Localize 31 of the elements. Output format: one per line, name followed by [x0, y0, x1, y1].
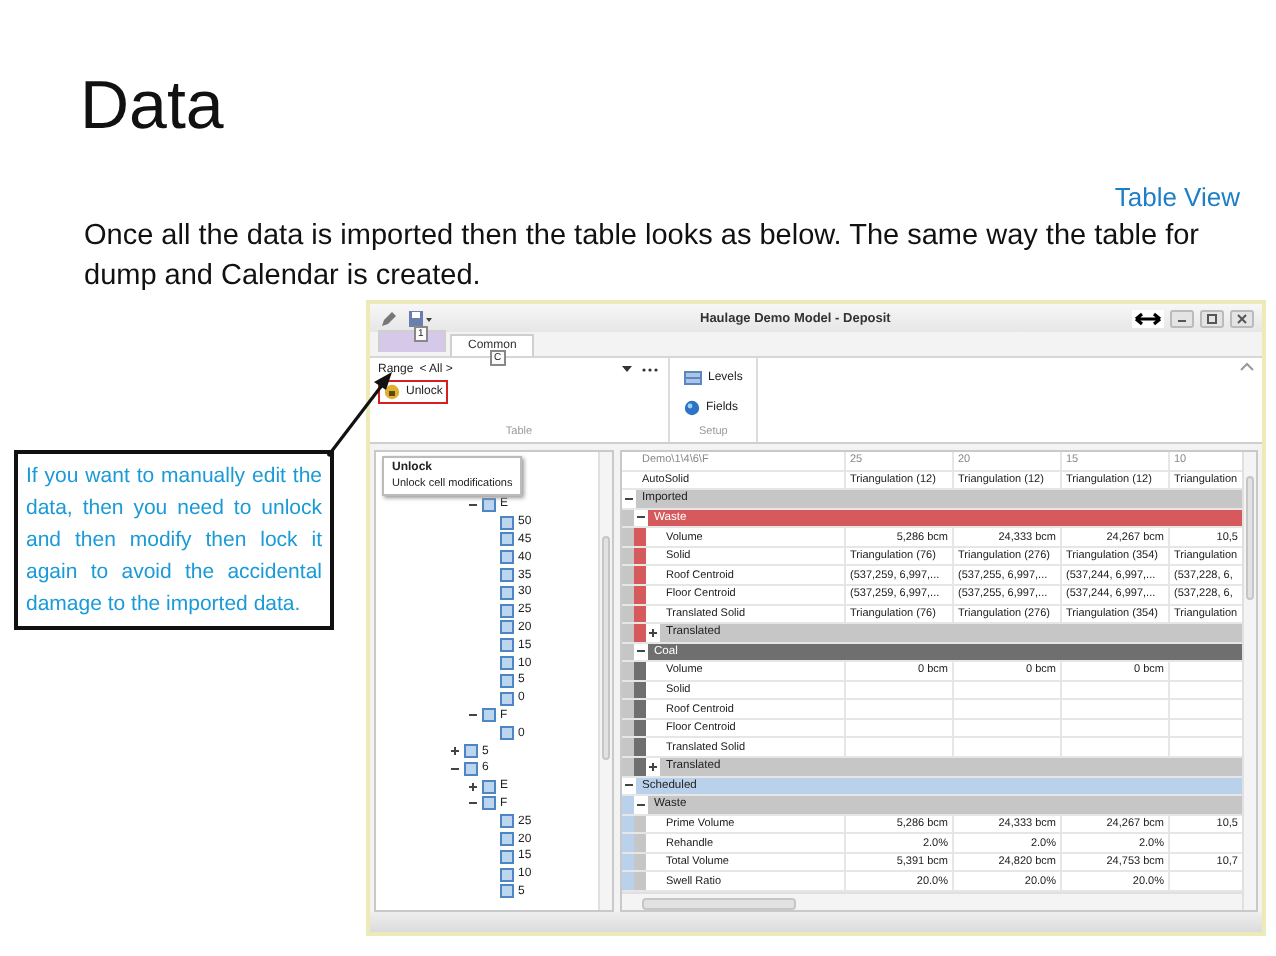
- caret-icon: [621, 366, 632, 372]
- expand-icon[interactable]: [648, 761, 658, 772]
- expand-icon[interactable]: [648, 627, 658, 638]
- intro-text: Once all the data is imported then the table looks as below. The same way the table for dump and Calendar is created.: [84, 218, 1201, 296]
- close-button[interactable]: [1230, 309, 1254, 327]
- scrollbar[interactable]: [622, 892, 1242, 910]
- collapse-icon[interactable]: [636, 799, 646, 810]
- collapse-icon[interactable]: [449, 763, 459, 774]
- collapse-icon[interactable]: [467, 798, 477, 809]
- save-icon[interactable]: [408, 309, 432, 327]
- expand-icon[interactable]: [467, 781, 477, 792]
- collapse-icon[interactable]: [467, 499, 477, 510]
- maximize-button[interactable]: [1200, 309, 1224, 327]
- expand-icon[interactable]: [449, 746, 459, 757]
- collapse-icon[interactable]: [467, 710, 477, 721]
- minimize-button[interactable]: [1170, 309, 1194, 327]
- collapse-ribbon-icon[interactable]: [1240, 362, 1254, 372]
- more-icon[interactable]: [641, 365, 658, 373]
- collapse-icon[interactable]: [636, 512, 646, 523]
- scrollbar[interactable]: [598, 452, 612, 910]
- scrollbar[interactable]: [1242, 452, 1256, 910]
- globe-icon: [684, 400, 700, 416]
- collapse-icon[interactable]: [624, 780, 634, 791]
- table-icon: [684, 370, 702, 386]
- callout-note: If you want to manually edit the data, then you need to unlock and then modify then lock it again to avoid the accidental damage to the imported data.: [14, 450, 334, 630]
- resize-arrow-icon: [1132, 309, 1164, 327]
- collapse-icon[interactable]: [636, 646, 646, 657]
- collapse-icon[interactable]: [624, 493, 634, 504]
- slide-title: Data: [80, 76, 224, 136]
- section-label: Table View: [1114, 182, 1240, 212]
- lock-icon: [384, 384, 400, 400]
